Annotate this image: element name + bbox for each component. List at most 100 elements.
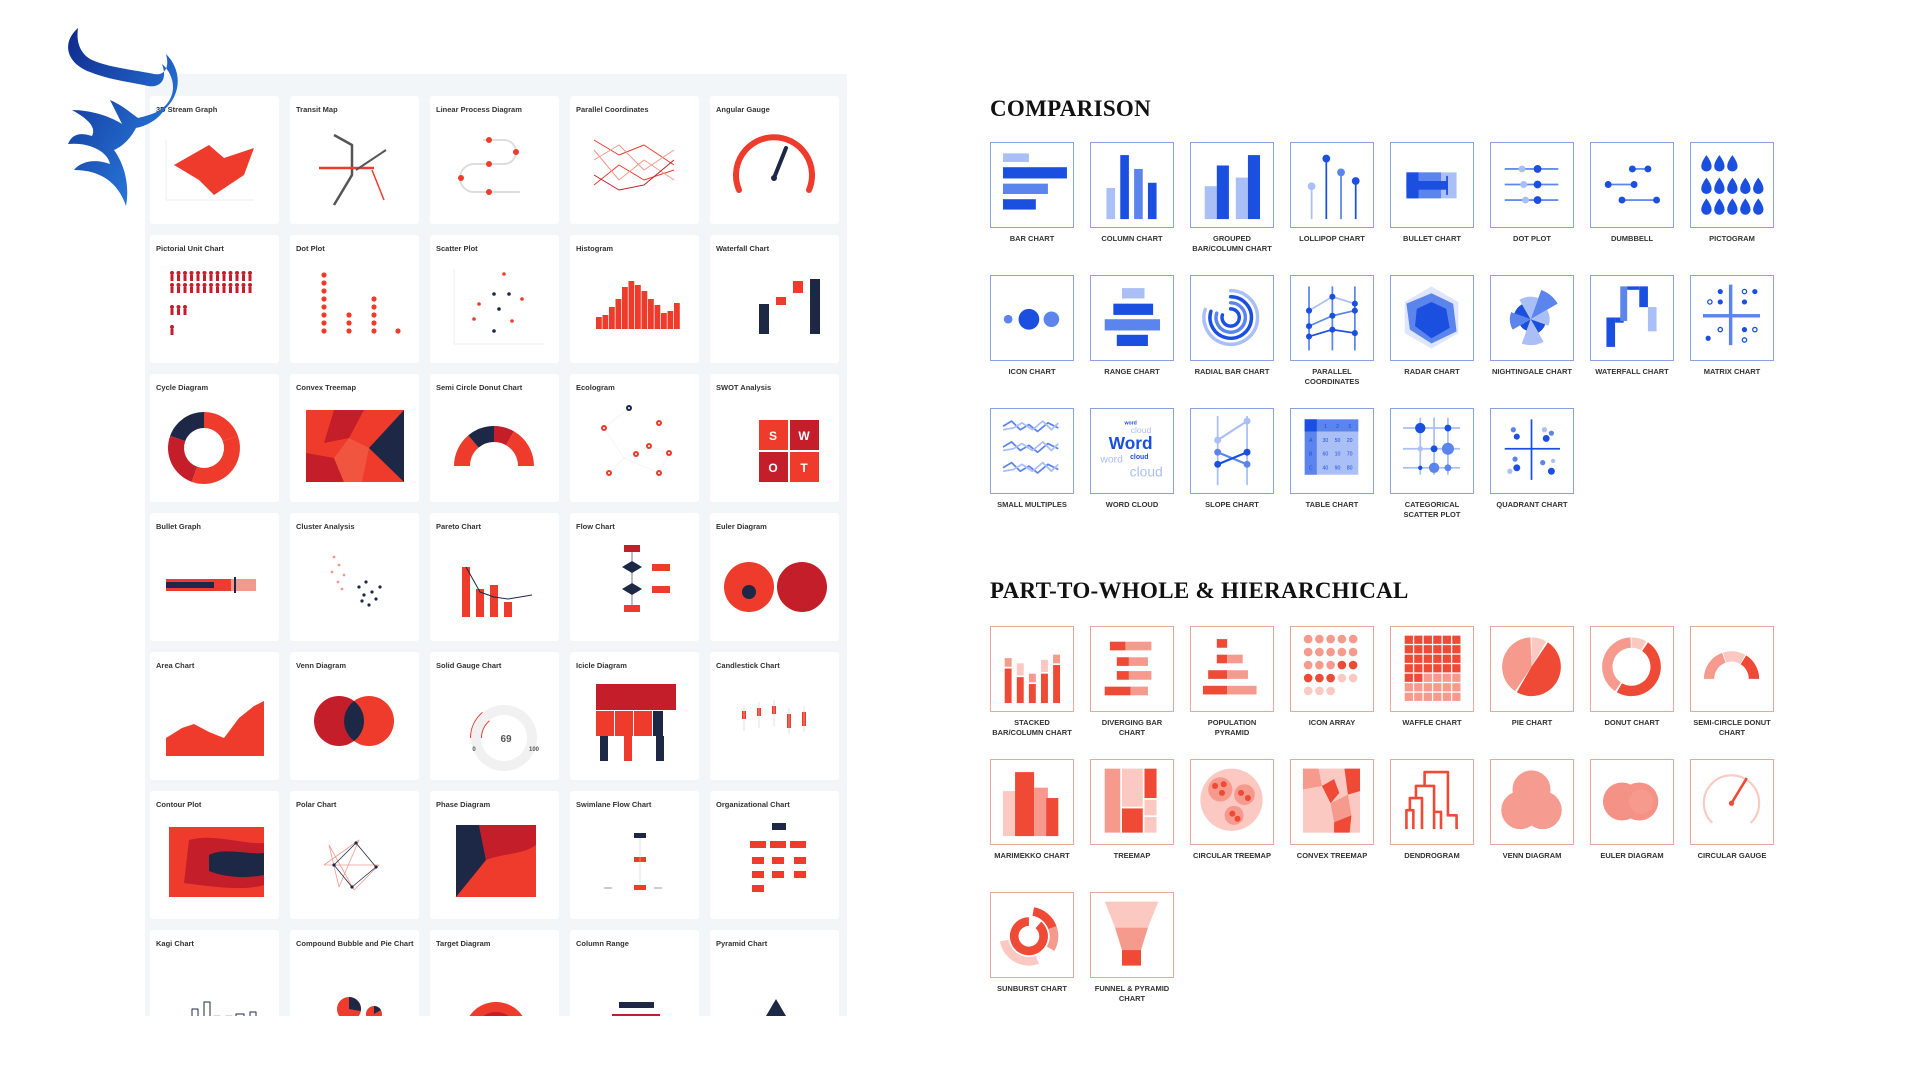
chart-type-convexc[interactable]: Convex Treemap <box>1290 759 1390 861</box>
chart-card-linear-process[interactable]: Linear Process Diagram <box>430 96 559 224</box>
chart-type-lollipop[interactable]: Lollipop Chart <box>1290 142 1390 244</box>
chart-card-area[interactable]: Area Chart <box>150 652 279 780</box>
waffle-icon <box>1404 635 1461 701</box>
icon-shape <box>222 287 226 293</box>
chart-card-convex[interactable]: Convex Treemap <box>290 374 419 502</box>
chart-type-eulerc[interactable]: Euler Diagram <box>1590 759 1690 861</box>
icon-shape <box>1315 660 1324 670</box>
chart-type-nightingale[interactable]: Nightingale Chart <box>1490 275 1590 377</box>
icon-shape <box>1728 800 1735 806</box>
chart-type-grouped[interactable]: Grouped Bar/Column Chart <box>1190 142 1290 253</box>
icon-shape <box>1404 664 1413 673</box>
chart-card-transit[interactable]: Transit Map <box>290 96 419 224</box>
chart-type-vennc[interactable]: Venn Diagram <box>1490 759 1590 861</box>
chart-type-dot[interactable]: Dot Plot <box>1490 142 1590 244</box>
icon-shape <box>1423 683 1432 692</box>
chart-card-phase[interactable]: Phase Diagram <box>430 791 559 919</box>
chart-card-pareto[interactable]: Pareto Chart <box>430 513 559 641</box>
chart-type-iconchart[interactable]: Icon Chart <box>990 275 1090 377</box>
chart-type-wordcloud[interactable]: word cloud Word word cloud cloud Word Cloud <box>1090 408 1190 510</box>
chart-card-polar[interactable]: Polar Chart <box>290 791 419 919</box>
chart-type-poppyramid[interactable]: Population Pyramid <box>1190 626 1290 737</box>
chart-type-donut[interactable]: Donut Chart <box>1590 626 1690 728</box>
chart-type-bulletc[interactable]: Bullet Chart <box>1390 142 1490 244</box>
chart-card-waterfall[interactable]: Waterfall Chart <box>710 235 839 363</box>
chart-card-venn[interactable]: Venn Diagram <box>290 652 419 780</box>
chart-type-slope[interactable]: Slope Chart <box>1190 408 1290 510</box>
chart-card-angular-gauge[interactable]: Angular Gauge <box>710 96 839 224</box>
chart-type-funnel[interactable]: Funnel & Pyramid Chart <box>1090 892 1190 1003</box>
icon-shape <box>1220 307 1242 328</box>
icon-shape <box>1329 326 1336 333</box>
chart-card-bullet[interactable]: Bullet Graph <box>150 513 279 641</box>
chart-type-diverging[interactable]: Diverging Bar Chart <box>1090 626 1190 737</box>
icon-shape <box>235 275 239 281</box>
icon-box <box>1290 275 1374 361</box>
icon-box <box>1390 759 1474 845</box>
chart-type-dendrogram[interactable]: Dendrogram <box>1390 759 1490 861</box>
chart-card-cluster[interactable]: Cluster Analysis <box>290 513 419 641</box>
icon-shape <box>634 833 646 838</box>
chart-type-stacked[interactable]: Stacked Bar/Column Chart <box>990 626 1090 737</box>
chart-type-radial[interactable]: Radial Bar Chart <box>1190 275 1290 377</box>
chart-type-marimekko[interactable]: Marimekko Chart <box>990 759 1090 861</box>
icon-shape <box>1046 798 1059 837</box>
chart-card-euler[interactable]: Euler Diagram <box>710 513 839 641</box>
chart-card-solidgauge[interactable]: Solid Gauge Chart 69 0 100 <box>430 652 559 780</box>
chart-type-circtreemap[interactable]: Circular Treemap <box>1190 759 1290 861</box>
chart-type-waterfallc[interactable]: Waterfall Chart <box>1590 275 1690 377</box>
chart-type-semicircle[interactable]: Semi-Circle Donut Chart <box>1690 626 1790 737</box>
chart-card-bubblepie[interactable]: Compound Bubble and Pie Chart <box>290 930 419 1016</box>
icon-shape <box>1512 456 1518 462</box>
chart-card-org[interactable]: Organizational Chart <box>710 791 839 919</box>
icon-shape <box>321 272 327 278</box>
chart-card-flow[interactable]: Flow Chart <box>570 513 699 641</box>
chart-type-sunburst[interactable]: Sunburst Chart <box>990 892 1090 994</box>
chart-type-treemap[interactable]: Treemap <box>1090 759 1190 861</box>
chart-type-catscatter[interactable]: Categorical Scatter Plot <box>1390 408 1490 519</box>
chart-card-swot[interactable]: SWOT Analysis S W O T <box>710 374 839 502</box>
icon-shape <box>1452 692 1461 701</box>
chart-type-pictogram[interactable]: Pictogram <box>1690 142 1790 244</box>
icon-shape <box>1147 182 1157 220</box>
chart-card-icicle[interactable]: Icicle Diagram <box>570 652 699 780</box>
chart-card-histogram[interactable]: Histogram <box>570 235 699 363</box>
icon-shape <box>248 275 252 281</box>
chart-type-dumbbell[interactable]: Dumbbell <box>1590 142 1690 244</box>
chart-type-gauge[interactable]: Circular Gauge <box>1690 759 1790 861</box>
quadrant-icon <box>1504 419 1561 480</box>
chart-type-table[interactable]: 1 2 3 A 30 50 20 B 60 10 70 C 40 90 80 Table Chart <box>1290 408 1390 510</box>
chart-type-parallelc[interactable]: Parallel Coordinates <box>1290 275 1390 386</box>
chart-type-bar[interactable]: Bar Chart <box>990 142 1090 244</box>
icon-shape <box>166 582 214 588</box>
icon-shape <box>332 133 354 206</box>
chart-card-pyramid[interactable]: Pyramid Chart <box>710 930 839 1016</box>
chart-type-pie[interactable]: Pie Chart <box>1490 626 1590 728</box>
chart-card-parallel[interactable]: Parallel Coordinates <box>570 96 699 224</box>
chart-type-iconarray[interactable]: Icon Array <box>1290 626 1390 728</box>
chart-card-kagi[interactable]: Kagi Chart <box>150 930 279 1016</box>
chart-type-column[interactable]: Column Chart <box>1090 142 1190 244</box>
chart-card-semidonut[interactable]: Semi Circle Donut Chart <box>430 374 559 502</box>
chart-card-swimlane[interactable]: Swimlane Flow Chart <box>570 791 699 919</box>
icon-shape <box>1423 664 1432 673</box>
chart-type-multiples[interactable]: Small Multiples <box>990 408 1090 510</box>
chart-card-ecologram[interactable]: Ecologram <box>570 374 699 502</box>
chart-type-radar[interactable]: Radar Chart <box>1390 275 1490 377</box>
icon-shape <box>1653 196 1661 204</box>
chart-card-candle[interactable]: Candlestick Chart <box>710 652 839 780</box>
chart-card-target[interactable]: Target Diagram <box>430 930 559 1016</box>
chart-card-pictorial[interactable]: Pictorial Unit Chart <box>150 235 279 363</box>
icon-shape <box>1009 917 1048 956</box>
chart-type-quadrant[interactable]: Quadrant Chart <box>1490 408 1590 510</box>
chart-card-scatter[interactable]: Scatter Plot <box>430 235 559 363</box>
chart-card-colrange[interactable]: Column Range <box>570 930 699 1016</box>
icon-shape <box>1227 685 1257 695</box>
chart-card-cycle[interactable]: Cycle Diagram <box>150 374 279 502</box>
card-title: Venn Diagram <box>296 661 347 670</box>
chart-card-contour[interactable]: Contour Plot <box>150 791 279 919</box>
chart-card-dotplot[interactable]: Dot Plot <box>290 235 419 363</box>
chart-type-matrix[interactable]: Matrix Chart <box>1690 275 1790 377</box>
chart-type-waffle[interactable]: Waffle Chart <box>1390 626 1490 728</box>
chart-type-range[interactable]: Range Chart <box>1090 275 1190 377</box>
